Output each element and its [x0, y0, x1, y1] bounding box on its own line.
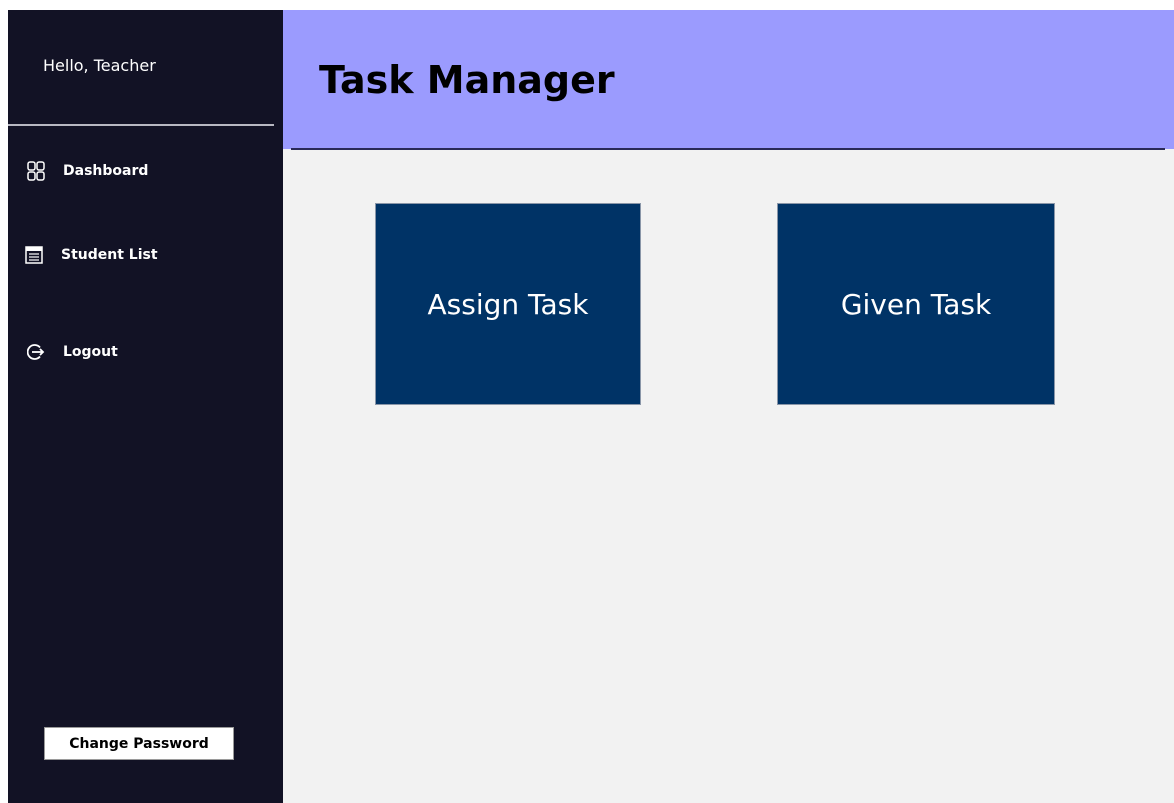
given-task-button[interactable]: Given Task — [777, 203, 1055, 405]
sidebar: Hello, Teacher Dashboard Student List Lo… — [8, 10, 283, 803]
sidebar-item-student-list[interactable]: Student List — [25, 246, 158, 264]
header-bar: Task Manager — [283, 10, 1174, 149]
list-icon — [25, 246, 43, 264]
change-password-button[interactable]: Change Password — [44, 727, 234, 760]
greeting-text: Hello, Teacher — [43, 56, 156, 75]
header-divider — [291, 148, 1165, 150]
page-title: Task Manager — [319, 58, 615, 102]
sidebar-item-logout[interactable]: Logout — [27, 343, 118, 361]
logout-icon — [27, 343, 45, 361]
sidebar-item-label: Logout — [63, 344, 118, 360]
sidebar-item-label: Student List — [61, 247, 158, 263]
sidebar-item-dashboard[interactable]: Dashboard — [27, 161, 148, 181]
assign-task-button[interactable]: Assign Task — [375, 203, 641, 405]
sidebar-divider — [8, 124, 274, 126]
grid-icon — [27, 161, 45, 181]
sidebar-item-label: Dashboard — [63, 163, 149, 179]
app-window: Hello, Teacher Dashboard Student List Lo… — [8, 10, 1174, 803]
